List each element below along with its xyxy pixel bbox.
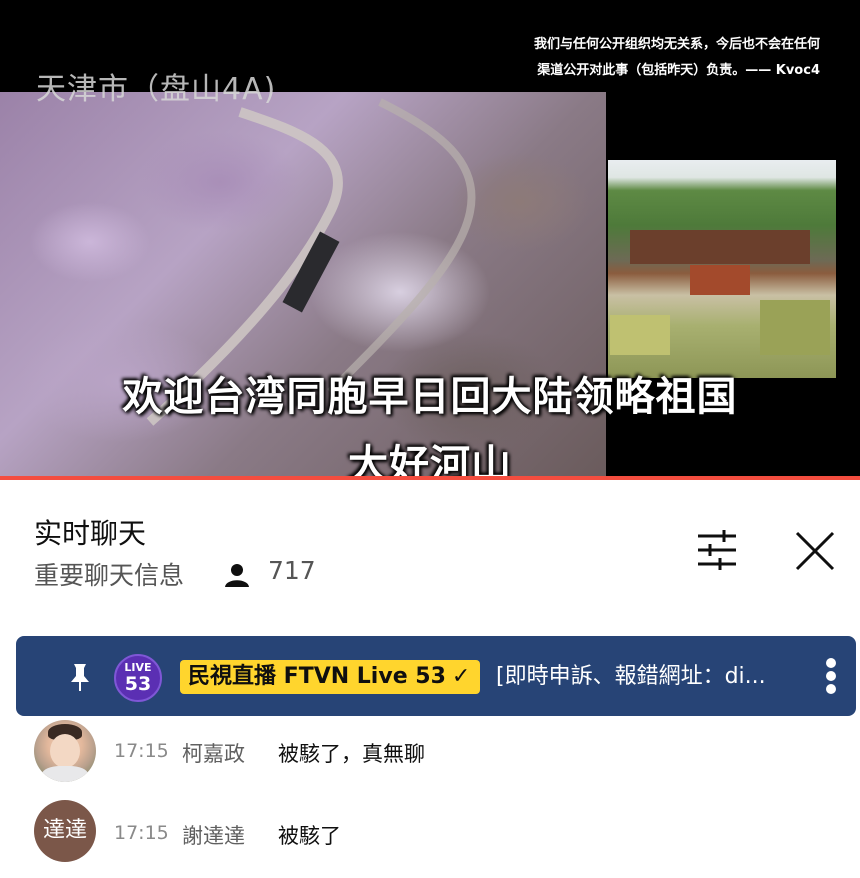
- more-dot: [826, 684, 836, 694]
- video-location-title: 天津市（盘山4A): [36, 72, 277, 107]
- sliders-icon[interactable]: [694, 528, 740, 572]
- avatar[interactable]: 達達: [34, 800, 96, 862]
- message-author[interactable]: 柯嘉政: [182, 738, 245, 768]
- message-time: 17:15: [114, 822, 169, 844]
- pinned-message-banner[interactable]: LIVE 53 民視直播 FTVN Live 53 ✓ [即時申訴、報錯網址：di…: [16, 636, 856, 716]
- temple-roof-graphic: [630, 230, 810, 264]
- temple-gate-graphic: [690, 265, 750, 295]
- pinned-message-text: [即時申訴、報錯網址：di...: [496, 664, 766, 689]
- pinned-author-chip[interactable]: 民視直播 FTVN Live 53 ✓: [180, 660, 481, 694]
- more-dot: [826, 671, 836, 681]
- person-icon: [225, 564, 249, 587]
- pinned-author-name: 民視直播 FTVN Live 53: [188, 664, 446, 689]
- field-graphic: [760, 300, 830, 355]
- disclaimer-line: 渠道公开对此事（包括昨天）负责。—— Kvoc4: [537, 63, 820, 78]
- video-player[interactable]: 天津市（盘山4A) 我们与任何公开组织均无关系，今后也不会在任何 渠道公开对此事…: [0, 0, 860, 478]
- channel-avatar: LIVE 53: [114, 654, 162, 702]
- chat-message[interactable]: 17:15 柯嘉政 被駭了，真無聊: [0, 718, 860, 788]
- chat-mode-selector[interactable]: 重要聊天信息: [34, 556, 184, 592]
- chat-message[interactable]: 達達 17:15 謝達達 被駭了: [0, 798, 860, 868]
- disclaimer-line: 我们与任何公开组织均无关系，今后也不会在任何: [533, 37, 820, 52]
- message-time: 17:15: [114, 740, 169, 762]
- video-subtitle-line: 大好河山: [348, 442, 512, 478]
- pin-icon: [71, 664, 89, 691]
- video-disclaimer: 我们与任何公开组织均无关系，今后也不会在任何 渠道公开对此事（包括昨天）负责。—…: [490, 32, 820, 84]
- chat-title: 实时聊天: [34, 517, 147, 550]
- message-author[interactable]: 謝達達: [182, 820, 245, 850]
- more-dot: [826, 658, 836, 668]
- message-text: 被駭了，真無聊: [278, 742, 425, 766]
- close-icon[interactable]: [792, 528, 838, 574]
- avatar-shirt: [42, 766, 88, 782]
- message-text: 被駭了: [278, 824, 341, 848]
- field-graphic: [610, 315, 670, 355]
- video-progress-bar[interactable]: [0, 476, 860, 480]
- avatar[interactable]: [34, 720, 96, 782]
- verified-check-icon: ✓: [451, 664, 471, 689]
- video-subtitle-line: 欢迎台湾同胞早日回大陆领略祖国: [122, 374, 738, 420]
- live-badge-number: 53: [124, 673, 152, 695]
- avatar-face: [50, 734, 80, 768]
- viewer-count: 717: [268, 556, 316, 585]
- more-vertical-icon[interactable]: [816, 656, 846, 696]
